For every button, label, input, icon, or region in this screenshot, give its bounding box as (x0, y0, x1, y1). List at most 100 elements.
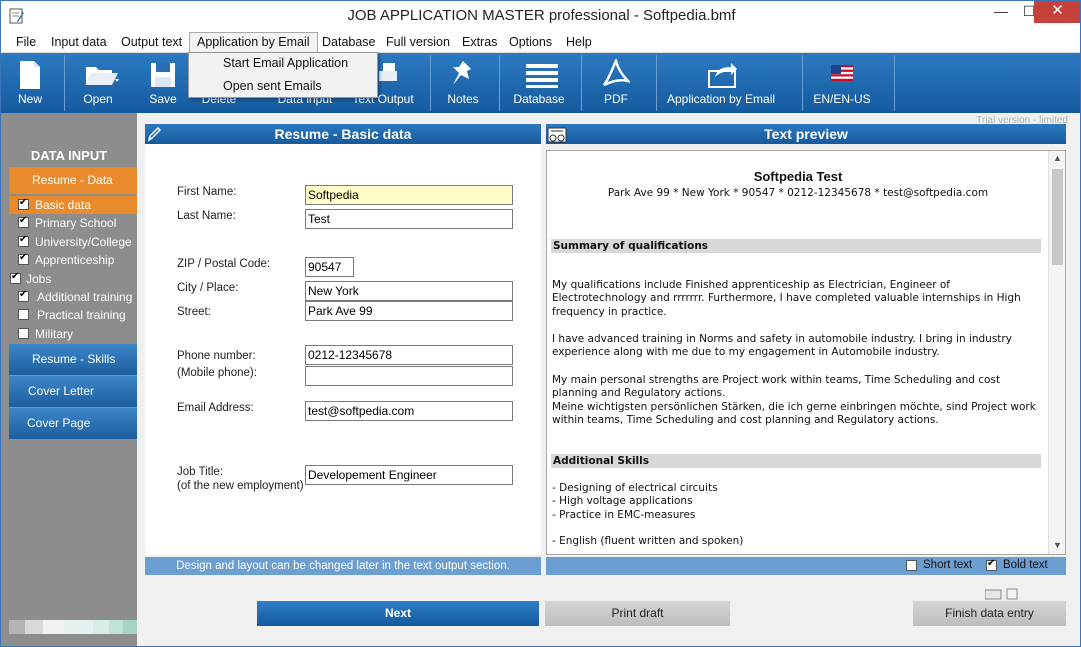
preview-header: Text preview (546, 124, 1066, 144)
title-bar: JOB APPLICATION MASTER professional - So… (1, 1, 1080, 32)
next-button[interactable]: Next (257, 601, 539, 626)
color-swatch[interactable] (43, 620, 65, 634)
preview-line: frequency in practice. (552, 306, 667, 318)
sidebar-item-resume-skills[interactable]: Resume - Skills (9, 344, 137, 375)
scroll-up-icon[interactable]: ▲ (1049, 153, 1066, 163)
job-title-field[interactable]: Developement Engineer (305, 465, 513, 485)
email-field[interactable]: test@softpedia.com (305, 401, 513, 421)
preview-line: I have advanced training in Norms and sa… (552, 333, 1012, 345)
minimize-button[interactable]: — (987, 1, 1015, 23)
pdf-button[interactable]: PDF (587, 53, 645, 113)
preview-address: Park Ave 99 * New York * 90547 * 0212-12… (607, 187, 989, 199)
checkbox[interactable] (18, 197, 29, 210)
pencil-icon (147, 126, 161, 142)
checkbox[interactable] (18, 234, 29, 247)
layout-icons[interactable] (985, 588, 1035, 600)
color-swatch[interactable] (25, 620, 43, 634)
sidebar-check-university[interactable]: University/College (9, 233, 137, 251)
short-text-checkbox[interactable] (906, 560, 917, 571)
sidebar-item-cover-page[interactable]: Cover Page (9, 408, 137, 439)
preview-line: within teams, Time Scheduling and cost p… (552, 414, 939, 426)
toolbar-separator (894, 55, 895, 111)
sidebar-check-basic-data[interactable]: Basic data (9, 196, 137, 214)
color-swatch[interactable] (123, 620, 137, 634)
language-button[interactable]: EN/EN-US (807, 53, 877, 113)
sidebar: DATA INPUT Resume - Data Basic data Prim… (1, 113, 137, 646)
job-title-sublabel: (of the new employment) (177, 480, 304, 492)
menu-help[interactable]: Help (566, 34, 592, 52)
sidebar-check-primary-school[interactable]: Primary School (9, 214, 137, 232)
save-button[interactable]: Save (137, 53, 189, 113)
text-preview-panel: Softpedia Test Park Ave 99 * New York * … (546, 150, 1066, 555)
checkbox[interactable] (18, 328, 29, 339)
menu-full-version[interactable]: Full version (386, 34, 450, 52)
notes-button[interactable]: Notes (435, 53, 491, 113)
menu-file[interactable]: File (16, 34, 36, 52)
open-sent-emails-item[interactable]: Open sent Emails (223, 79, 322, 93)
preview-name: Softpedia Test (753, 169, 843, 184)
preview-section-heading: Additional Skills (551, 454, 1041, 468)
preview-settings-icon[interactable] (547, 127, 567, 143)
email-label: Email Address: (177, 402, 254, 414)
menu-output-text[interactable]: Output text (121, 34, 182, 52)
new-button[interactable]: New (3, 53, 57, 113)
close-button[interactable]: ✕ (1034, 1, 1080, 23)
pin-icon (453, 61, 471, 85)
email-send-icon (708, 63, 737, 88)
color-swatches (9, 620, 137, 634)
print-draft-button[interactable]: Print draft (545, 601, 730, 626)
preview-line: - Practice in EMC-measures (552, 509, 696, 521)
database-button[interactable]: Database (504, 53, 574, 113)
open-button[interactable]: Open (69, 53, 127, 113)
street-label: Street: (177, 306, 211, 318)
sidebar-check-additional-training[interactable]: Additional training (9, 288, 137, 306)
color-swatch[interactable] (65, 620, 93, 634)
bold-text-checkbox[interactable] (986, 558, 997, 571)
last-name-label: Last Name: (177, 210, 236, 222)
sidebar-check-military[interactable]: Military (9, 325, 137, 343)
preview-line: - English (fluent written and spoken) (552, 535, 744, 547)
street-field[interactable]: Park Ave 99 (305, 301, 513, 321)
phone-field[interactable]: 0212-12345678 (305, 345, 513, 365)
preview-scrollbar[interactable]: ▲ ▼ (1048, 151, 1065, 554)
color-swatch[interactable] (93, 620, 109, 634)
menu-database[interactable]: Database (322, 34, 376, 52)
preview-line: My main personal strengths are Project w… (552, 374, 1001, 386)
scroll-thumb[interactable] (1052, 169, 1063, 265)
menu-extras[interactable]: Extras (462, 34, 497, 52)
database-list-icon (526, 64, 558, 88)
sidebar-title: DATA INPUT (30, 148, 108, 163)
toolbar-separator (802, 55, 803, 111)
sidebar-check-practical-training[interactable]: Practical training (9, 306, 137, 324)
sidebar-check-apprenticeship[interactable]: Apprenticeship (9, 251, 137, 269)
checkbox[interactable] (18, 215, 29, 228)
save-disk-icon (151, 63, 175, 87)
job-title-label: Job Title: (177, 466, 224, 478)
start-email-application-item[interactable]: Start Email Application (223, 56, 348, 70)
color-swatch[interactable] (9, 620, 25, 634)
sidebar-item-resume-data[interactable]: Resume - Data (9, 167, 137, 194)
sidebar-item-cover-letter[interactable]: Cover Letter (9, 376, 137, 407)
mobile-field[interactable] (305, 366, 513, 386)
scroll-down-icon[interactable]: ▼ (1049, 540, 1066, 550)
checkbox[interactable] (18, 309, 29, 320)
menu-application-by-email[interactable]: Application by Email (189, 32, 318, 53)
checkbox[interactable] (18, 252, 29, 265)
toolbar-separator (430, 55, 431, 111)
first-name-field[interactable]: Softpedia (305, 185, 513, 205)
color-swatch[interactable] (109, 620, 123, 634)
form-header: Resume - Basic data (145, 124, 541, 144)
menu-input-data[interactable]: Input data (51, 34, 107, 52)
last-name-field[interactable]: Test (305, 209, 513, 229)
application-by-email-button[interactable]: Application by Email (661, 53, 781, 113)
menu-options[interactable]: Options (509, 34, 552, 52)
preview-line: planning and Regulatory actions. (552, 387, 726, 399)
zip-field[interactable]: 90547 (305, 257, 354, 277)
sidebar-check-jobs[interactable]: Jobs (9, 270, 137, 288)
city-field[interactable]: New York (305, 281, 513, 301)
checkbox[interactable] (10, 271, 21, 284)
checkbox[interactable] (18, 289, 29, 302)
app-window: JOB APPLICATION MASTER professional - So… (0, 0, 1081, 647)
window-title: JOB APPLICATION MASTER professional - So… (347, 7, 736, 24)
finish-data-entry-button[interactable]: Finish data entry (913, 601, 1066, 626)
